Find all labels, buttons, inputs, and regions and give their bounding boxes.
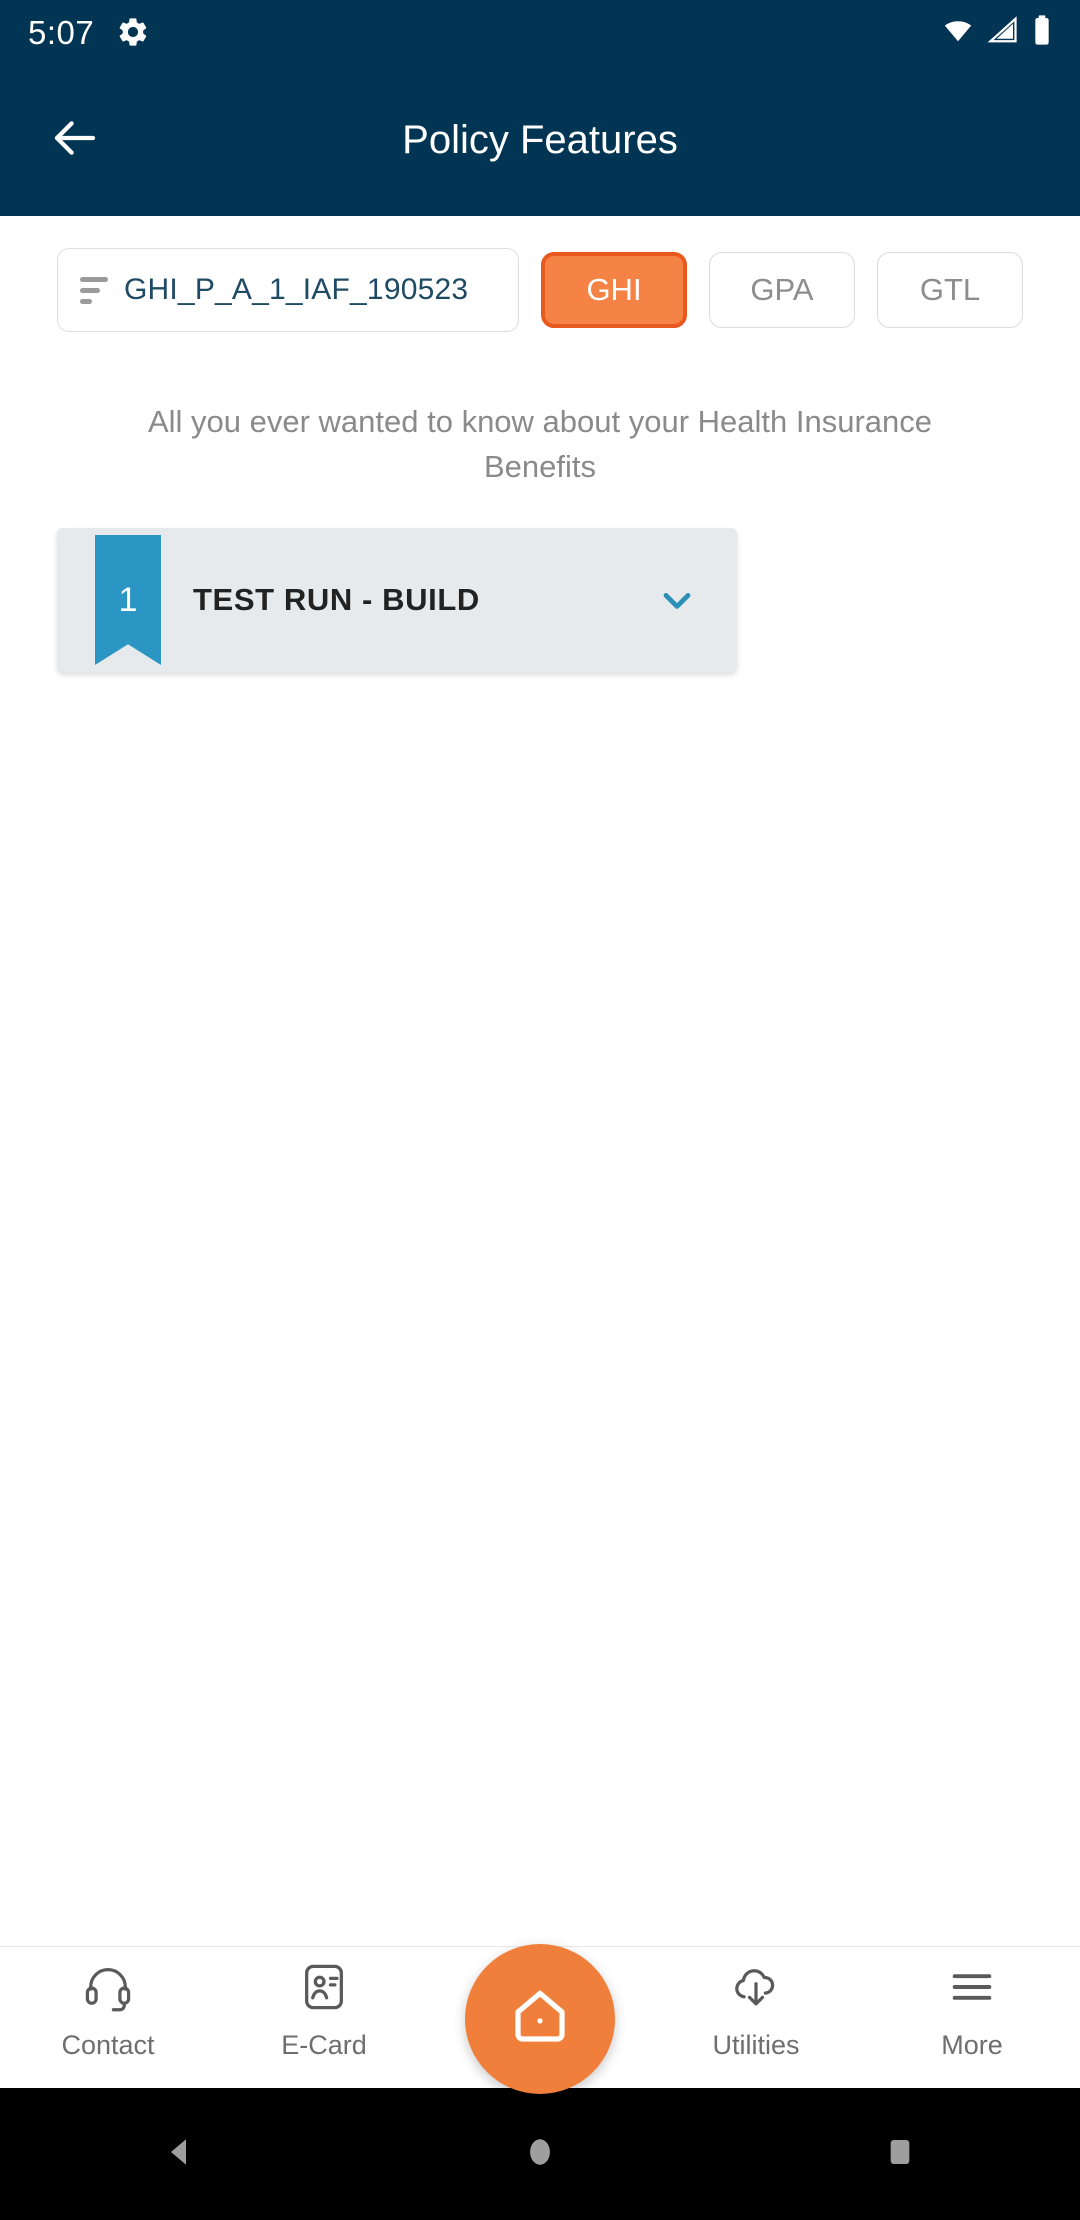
- signal-icon: [987, 15, 1018, 50]
- chevron-down-icon[interactable]: [655, 578, 699, 622]
- hamburger-menu-icon: [946, 1961, 998, 2018]
- policy-number-value: GHI_P_A_1_IAF_190523: [124, 273, 469, 306]
- status-bar: 5:07: [0, 0, 1080, 64]
- app-screen: 5:07 Policy Features GHI_P_A_1_IAF_19052…: [0, 0, 1080, 2220]
- chip-gtl[interactable]: GTL: [877, 252, 1023, 328]
- android-back-button[interactable]: [100, 2088, 260, 2220]
- home-icon: [507, 1984, 573, 2055]
- nav-item-contact[interactable]: Contact: [0, 1947, 216, 2061]
- ribbon-badge-number: 1: [118, 580, 138, 619]
- android-recents-button[interactable]: [820, 2088, 980, 2220]
- nav-label-ecard: E-Card: [281, 2030, 367, 2060]
- battery-icon: [1032, 14, 1052, 51]
- chip-gpa-label: GPA: [750, 272, 814, 307]
- back-arrow-icon: [48, 111, 102, 170]
- nav-label-utilities: Utilities: [712, 2030, 800, 2060]
- back-button[interactable]: [20, 85, 130, 195]
- nav-label-more: More: [941, 2030, 1003, 2060]
- accordion-item-test-run-build[interactable]: 1 TEST RUN - BUILD: [57, 528, 737, 672]
- cloud-download-icon: [730, 1961, 782, 2018]
- gear-icon: [116, 15, 150, 49]
- policy-number-field[interactable]: GHI_P_A_1_IAF_190523: [57, 248, 519, 332]
- wifi-icon: [942, 15, 974, 50]
- chip-gpa[interactable]: GPA: [709, 252, 855, 328]
- chip-ghi-label: GHI: [586, 272, 642, 307]
- filter-lines-icon: [80, 276, 108, 304]
- nav-item-more[interactable]: More: [864, 1947, 1080, 2061]
- android-home-icon: [523, 2135, 557, 2174]
- app-bar: Policy Features: [0, 64, 1080, 216]
- android-recents-icon: [884, 2136, 916, 2173]
- id-card-icon: [298, 1961, 350, 2018]
- android-home-button[interactable]: [460, 2088, 620, 2220]
- chip-ghi[interactable]: GHI: [541, 252, 687, 328]
- page-subtitle: All you ever wanted to know about your H…: [147, 404, 933, 484]
- home-fab-button[interactable]: [465, 1944, 615, 2094]
- status-icons: [942, 14, 1052, 51]
- accordion-title: TEST RUN - BUILD: [193, 582, 480, 617]
- filter-row: GHI_P_A_1_IAF_190523 GHI GPA GTL: [0, 248, 1080, 332]
- page-title: Policy Features: [402, 117, 678, 162]
- ribbon-badge: 1: [95, 535, 161, 665]
- nav-item-ecard[interactable]: E-Card: [216, 1947, 432, 2061]
- chip-gtl-label: GTL: [919, 272, 981, 307]
- android-navigation-bar: [0, 2088, 1080, 2220]
- nav-item-utilities[interactable]: Utilities: [648, 1947, 864, 2061]
- headset-icon: [82, 1961, 134, 2018]
- nav-label-contact: Contact: [61, 2030, 155, 2060]
- android-back-icon: [162, 2134, 198, 2175]
- status-time: 5:07: [28, 13, 95, 51]
